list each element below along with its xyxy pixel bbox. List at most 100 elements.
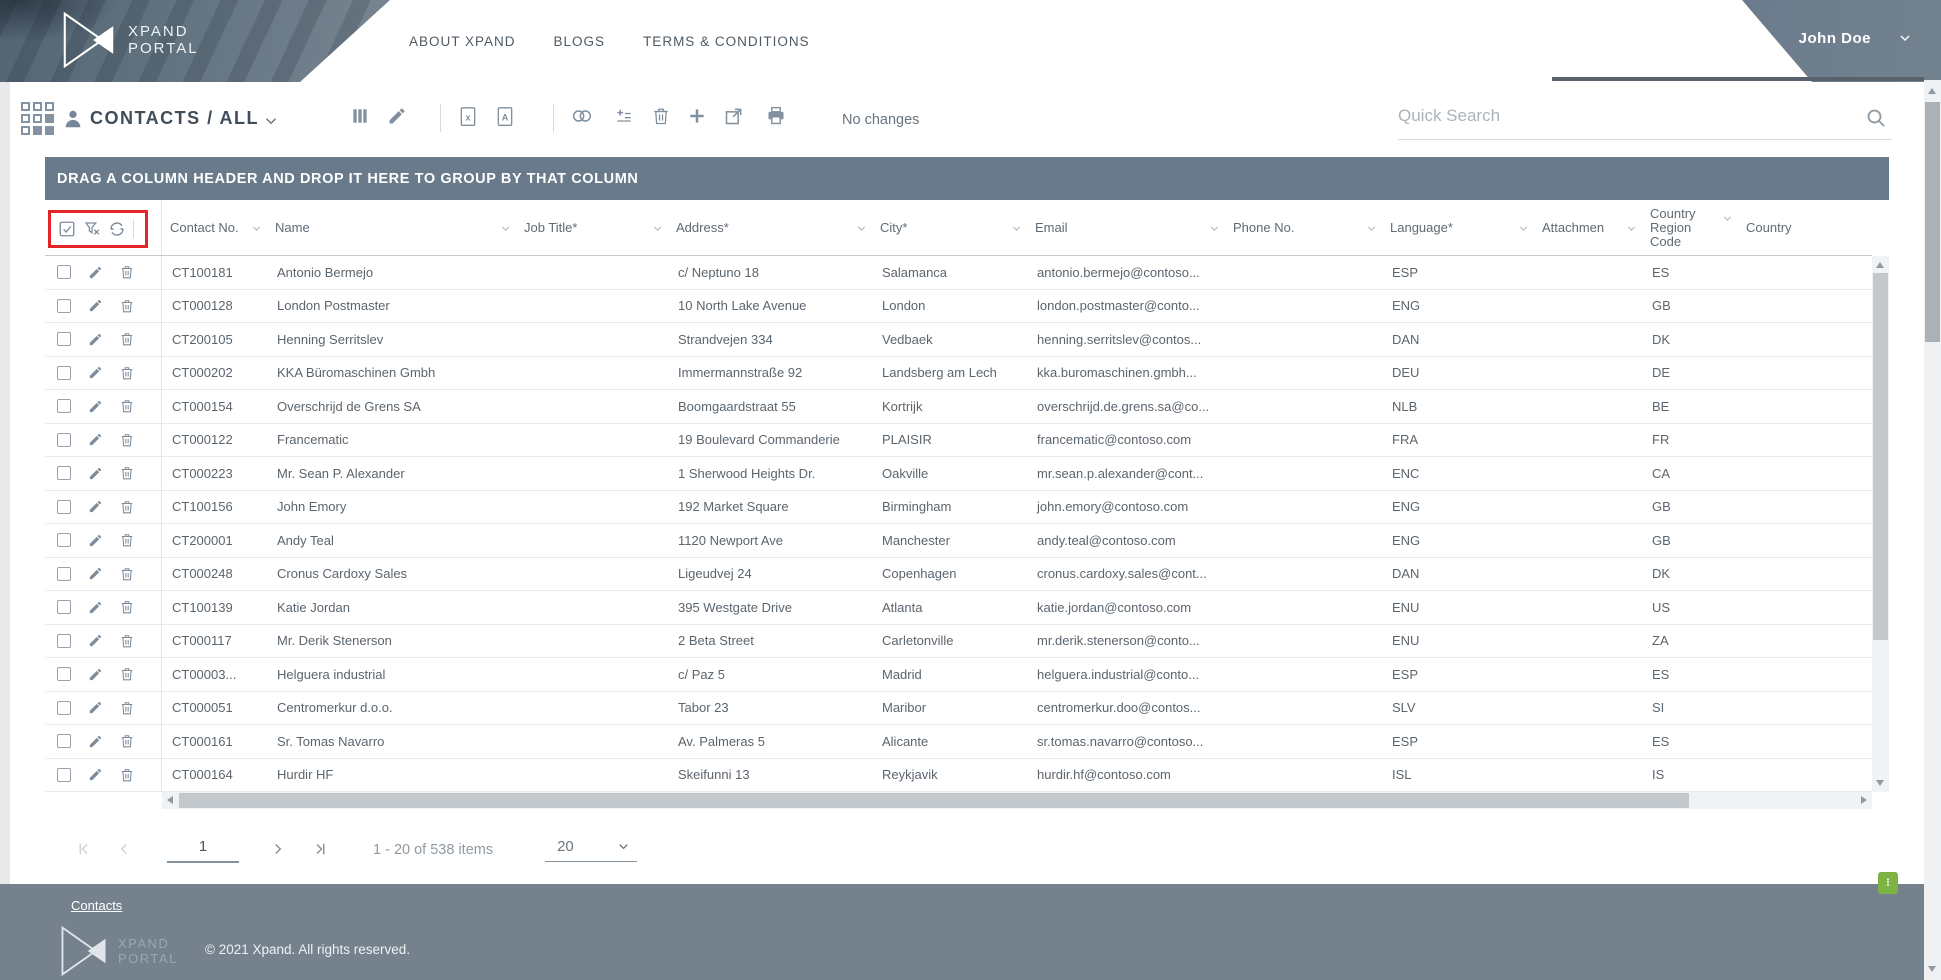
vertical-scroll-thumb[interactable] xyxy=(1873,273,1888,640)
row-delete-icon[interactable] xyxy=(120,499,134,515)
previous-page-button[interactable] xyxy=(115,840,133,861)
scroll-left-arrow-icon[interactable] xyxy=(167,796,173,804)
column-header-name[interactable]: Name xyxy=(267,200,516,255)
row-checkbox[interactable] xyxy=(57,701,71,715)
row-checkbox[interactable] xyxy=(57,299,71,313)
export-pdf-button[interactable]: A xyxy=(495,106,515,131)
row-delete-icon[interactable] xyxy=(120,733,134,749)
table-row[interactable]: CT000223 Mr. Sean P. Alexander 1 Sherwoo… xyxy=(45,457,1872,491)
table-row[interactable]: CT000122 Francematic 19 Boulevard Comman… xyxy=(45,424,1872,458)
column-header-language[interactable]: Language* xyxy=(1382,200,1534,255)
notifications-bell-icon[interactable] xyxy=(1749,26,1773,50)
row-delete-icon[interactable] xyxy=(120,566,134,582)
column-menu-chevron-icon[interactable] xyxy=(1721,212,1734,225)
nav-terms-conditions[interactable]: TERMS & CONDITIONS xyxy=(643,34,810,49)
column-header-phone-no[interactable]: Phone No. xyxy=(1225,200,1382,255)
column-header-country-region-code[interactable]: Country Region Code xyxy=(1642,200,1738,255)
row-edit-icon[interactable] xyxy=(88,700,103,715)
column-header-city[interactable]: City* xyxy=(872,200,1027,255)
view-selector-chevron-icon[interactable] xyxy=(262,112,280,130)
last-page-button[interactable] xyxy=(311,840,329,861)
edit-button[interactable] xyxy=(387,106,407,129)
column-menu-chevron-icon[interactable] xyxy=(855,222,868,235)
footer-contacts-link[interactable]: Contacts xyxy=(71,898,122,913)
row-checkbox[interactable] xyxy=(57,567,71,581)
search-icon[interactable] xyxy=(1864,106,1888,130)
column-header-job-title[interactable]: Job Title* xyxy=(516,200,668,255)
first-page-button[interactable] xyxy=(75,840,93,861)
user-menu-chevron-icon[interactable] xyxy=(1897,30,1913,46)
row-checkbox[interactable] xyxy=(57,600,71,614)
nav-blogs[interactable]: BLOGS xyxy=(554,34,606,49)
row-delete-icon[interactable] xyxy=(120,398,134,414)
table-row[interactable]: CT000051 Centromerkur d.o.o. Tabor 23 Ma… xyxy=(45,692,1872,726)
row-edit-icon[interactable] xyxy=(88,265,103,280)
row-checkbox[interactable] xyxy=(57,265,71,279)
column-header-country[interactable]: Country xyxy=(1738,200,1872,255)
row-delete-icon[interactable] xyxy=(120,432,134,448)
column-menu-chevron-icon[interactable] xyxy=(1365,222,1378,235)
row-delete-icon[interactable] xyxy=(120,532,134,548)
clear-filter-icon[interactable] xyxy=(83,220,101,238)
brand-logo[interactable]: XPAND PORTAL xyxy=(62,10,199,70)
export-excel-button[interactable]: x xyxy=(458,106,478,131)
row-delete-icon[interactable] xyxy=(120,264,134,280)
page-scrollbar[interactable] xyxy=(1924,80,1941,980)
user-name[interactable]: John Doe xyxy=(1799,30,1871,47)
table-row[interactable]: CT000164 Hurdir HF Skeifunni 13 Reykjavi… xyxy=(45,759,1872,793)
scroll-up-arrow-icon[interactable] xyxy=(1876,262,1884,268)
toggle-view-button[interactable] xyxy=(569,106,595,129)
columns-button[interactable] xyxy=(350,106,370,129)
page-size-dropdown[interactable]: 20 xyxy=(545,838,637,862)
row-edit-icon[interactable] xyxy=(88,734,103,749)
row-delete-icon[interactable] xyxy=(120,365,134,381)
row-delete-icon[interactable] xyxy=(120,465,134,481)
row-edit-icon[interactable] xyxy=(88,767,103,782)
row-edit-icon[interactable] xyxy=(88,298,103,313)
column-header-attachment[interactable]: Attachmen xyxy=(1534,200,1642,255)
delete-button[interactable] xyxy=(652,106,670,129)
column-header-contact-no[interactable]: Contact No. xyxy=(162,200,267,255)
column-menu-chevron-icon[interactable] xyxy=(1517,222,1530,235)
column-menu-chevron-icon[interactable] xyxy=(1625,222,1638,235)
column-menu-chevron-icon[interactable] xyxy=(499,222,512,235)
row-checkbox[interactable] xyxy=(57,466,71,480)
row-delete-icon[interactable] xyxy=(120,666,134,682)
add-row-button[interactable] xyxy=(613,106,635,129)
row-edit-icon[interactable] xyxy=(88,667,103,682)
column-menu-chevron-icon[interactable] xyxy=(250,222,263,235)
row-edit-icon[interactable] xyxy=(88,600,103,615)
scroll-right-arrow-icon[interactable] xyxy=(1861,796,1867,804)
nav-about-xpand[interactable]: ABOUT XPAND xyxy=(409,34,516,49)
row-checkbox[interactable] xyxy=(57,500,71,514)
column-menu-chevron-icon[interactable] xyxy=(651,222,664,235)
page-scroll-up-arrow-icon[interactable] xyxy=(1928,88,1936,94)
row-checkbox[interactable] xyxy=(57,332,71,346)
table-row[interactable]: CT100156 John Emory 192 Market Square Bi… xyxy=(45,491,1872,525)
page-scroll-down-arrow-icon[interactable] xyxy=(1928,966,1936,972)
row-edit-icon[interactable] xyxy=(88,633,103,648)
row-delete-icon[interactable] xyxy=(120,700,134,716)
row-edit-icon[interactable] xyxy=(88,332,103,347)
current-page-number[interactable]: 1 xyxy=(167,838,239,863)
table-row[interactable]: CT200001 Andy Teal 1120 Newport Ave Manc… xyxy=(45,524,1872,558)
table-row[interactable]: CT000128 London Postmaster 10 North Lake… xyxy=(45,290,1872,324)
group-by-bar[interactable]: DRAG A COLUMN HEADER AND DROP IT HERE TO… xyxy=(45,157,1889,200)
row-checkbox[interactable] xyxy=(57,667,71,681)
row-checkbox[interactable] xyxy=(57,533,71,547)
horizontal-scroll-thumb[interactable] xyxy=(179,793,1689,808)
row-delete-icon[interactable] xyxy=(120,331,134,347)
open-external-button[interactable] xyxy=(724,106,744,129)
row-edit-icon[interactable] xyxy=(88,432,103,447)
row-checkbox[interactable] xyxy=(57,366,71,380)
table-row[interactable]: CT100181 Antonio Bermejo c/ Neptuno 18 S… xyxy=(45,256,1872,290)
column-header-address[interactable]: Address* xyxy=(668,200,872,255)
grid-horizontal-scrollbar[interactable] xyxy=(162,792,1872,809)
scroll-down-arrow-icon[interactable] xyxy=(1876,780,1884,786)
floating-widget-button[interactable]: ⁝ xyxy=(1878,872,1898,894)
row-checkbox[interactable] xyxy=(57,433,71,447)
print-button[interactable] xyxy=(765,106,787,129)
add-button[interactable] xyxy=(687,106,707,129)
table-row[interactable]: CT100139 Katie Jordan 395 Westgate Drive… xyxy=(45,591,1872,625)
row-edit-icon[interactable] xyxy=(88,365,103,380)
